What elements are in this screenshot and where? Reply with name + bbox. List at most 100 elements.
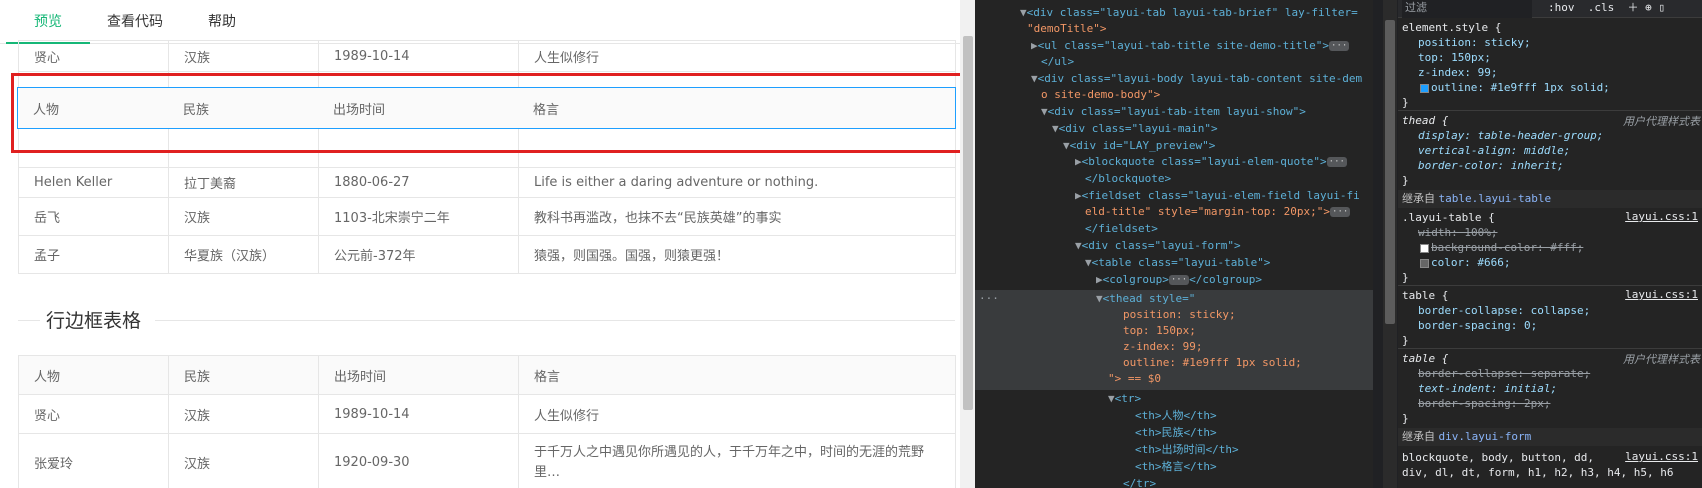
table-cell: 1920-09-30 (318, 433, 519, 488)
table-row: 孟子 华夏族（汉族） 公元前-372年 猿强，则国强。国强，则猿更强！ (18, 235, 956, 274)
table-cell: 贤心 (18, 394, 169, 434)
css-prop: border-color: inherit; (1418, 159, 1564, 172)
css-prop[interactable]: border-spacing: 0; (1418, 318, 1537, 333)
css-prop[interactable]: outline: #1e9fff 1px solid; (1418, 80, 1610, 95)
css-prop[interactable]: z-index: 99; (1418, 65, 1497, 80)
css-prop: display: table-header-group; (1418, 129, 1604, 142)
rule-selector: table { (1402, 289, 1449, 302)
dom-node: </blockquote> (1085, 172, 1172, 185)
css-prop: background-color: #fff; (1418, 240, 1583, 255)
dom-node[interactable]: ▼<div class="layui-body layui-tab-conten… (1031, 70, 1362, 87)
table-cell: 拉丁美裔 (168, 167, 319, 198)
inherited-link[interactable]: div.layui-form (1439, 430, 1532, 443)
dom-style-line: position: sticky; (1123, 308, 1236, 321)
table-cell: 汉族 (168, 197, 319, 236)
sidebar-toggle-icon[interactable]: ▯ (1658, 1, 1665, 14)
table-row: 岳飞 汉族 1103-北宋崇宁二年 教科书再滥改，也抹不去“民族英雄”的事实 (18, 197, 956, 236)
table-cell: 贤心 (18, 40, 169, 72)
source-link[interactable]: layui.css:1 (1625, 450, 1698, 463)
table-cell: 孟子 (18, 235, 169, 274)
preview-scrollbar-thumb[interactable] (963, 36, 973, 410)
dom-node-thead[interactable]: ▼<thead style=" (1096, 290, 1195, 307)
styles-toolbar: 过滤 :hov .cls ＋ ⊕ ▯ (1398, 0, 1702, 18)
dom-node[interactable]: ▼<tr> (1108, 390, 1141, 407)
inherited-link[interactable]: table.layui-table (1439, 192, 1552, 205)
table-cell: 1880-06-27 (318, 167, 519, 198)
color-swatch[interactable] (1420, 83, 1429, 93)
dom-node: "demoTitle"> (1027, 22, 1107, 35)
table-cell: 1103-北宋崇宁二年 (318, 197, 519, 236)
table-header-row: 人物 民族 出场时间 格言 (18, 355, 956, 395)
dom-node[interactable]: ▼<div class="layui-tab-item layui-show"> (1041, 103, 1306, 120)
dom-node[interactable]: <th>出场时间</th> (1135, 441, 1239, 458)
add-rule-icon[interactable]: ＋ (1628, 1, 1639, 14)
dom-style-line: z-index: 99; (1123, 340, 1203, 353)
rule-selector: .layui-table { (1402, 211, 1495, 224)
paint-icon[interactable]: ⊕ (1645, 1, 1652, 14)
table-cell: 汉族 (168, 394, 319, 434)
hov-toggle[interactable]: :hov .cls ＋ ⊕ ▯ (1548, 0, 1665, 18)
table-cell: 公元前-372年 (318, 235, 519, 274)
dom-node: </fieldset> (1085, 222, 1158, 235)
table-cell: 教科书再滥改，也抹不去“民族英雄”的事实 (518, 197, 956, 236)
dom-node[interactable]: ▼<table class="layui-table"> (1085, 254, 1270, 271)
table-cell: 汉族 (168, 40, 319, 72)
css-prop[interactable]: color: #666; (1418, 255, 1510, 270)
dom-node: o site-demo-body"> (1041, 88, 1161, 101)
dom-node: </tr> (1123, 477, 1157, 488)
header-cell: 格言 (518, 355, 956, 395)
css-prop: border-spacing: 2px; (1418, 397, 1551, 410)
inherited-from-bar: 继承自 table.layui-table (1398, 190, 1702, 208)
dom-node[interactable]: ▼<div class="layui-tab layui-tab-brief" … (1020, 4, 1358, 21)
dom-style-line: outline: #1e9fff 1px solid; (1123, 356, 1302, 369)
dom-node[interactable]: ▶<fieldset class="layui-elem-field layui… (1075, 187, 1360, 204)
rule-selector: blockquote, body, button, dd, (1402, 451, 1595, 464)
source-link[interactable]: layui.css:1 (1625, 288, 1698, 301)
more-icon[interactable]: ··· (979, 290, 999, 307)
dom-style-line: top: 150px; (1123, 324, 1196, 337)
table-row: 贤心 汉族 1989-10-14 人生似修行 (18, 40, 956, 72)
css-prop[interactable]: border-collapse: collapse; (1418, 303, 1590, 318)
source-link[interactable]: layui.css:1 (1625, 210, 1698, 223)
legend-line (18, 320, 40, 321)
dom-node[interactable]: ▶<colgroup> ··· </colgroup> (1096, 271, 1262, 288)
tab-view-code[interactable]: 查看代码 (98, 0, 172, 44)
cls-toggle[interactable]: .cls (1588, 1, 1615, 14)
styles-pane: 过滤 :hov .cls ＋ ⊕ ▯ element.style { posit… (1398, 0, 1702, 488)
styles-filter-input[interactable]: 过滤 (1402, 0, 1532, 18)
tab-preview[interactable]: 预览 (6, 0, 90, 44)
header-cell: 出场时间 (318, 355, 519, 395)
css-prop[interactable]: position: sticky; (1418, 35, 1531, 50)
inherited-from-bar: 继承自 div.layui-form (1398, 428, 1702, 446)
ua-stylesheet-label: 用户代理样式表 (1623, 115, 1700, 128)
ua-stylesheet-label: 用户代理样式表 (1623, 353, 1700, 366)
elements-scrollbar-thumb[interactable] (1385, 20, 1395, 324)
header-cell: 人物 (18, 355, 169, 395)
highlight-frame (11, 73, 974, 153)
dom-node: eld-title" style="margin-top: 20px;"> ··· (1085, 205, 1351, 218)
dom-node[interactable]: ▼<div class="layui-form"> (1075, 237, 1241, 254)
devtools-panel: ▼<div class="layui-tab layui-tab-brief" … (975, 0, 1702, 488)
dom-node[interactable]: ▼<div class="layui-main"> (1052, 120, 1218, 137)
data-table-2: 人物 民族 出场时间 格言 贤心 汉族 1989-10-14 人生似修行 张爱玲… (18, 355, 956, 488)
table-cell: 汉族 (168, 433, 319, 488)
table-cell: 猿强，则国强。国强，则猿更强！ (518, 235, 956, 274)
css-prop[interactable]: top: 150px; (1418, 50, 1491, 65)
table-cell: 于千万人之中遇见你所遇见的人，于千万年之中，时间的无涯的荒野里… (518, 433, 956, 488)
dom-node[interactable]: <th>民族</th> (1135, 424, 1217, 441)
dom-node[interactable]: ▶<blockquote class="layui-elem-quote"> ··… (1075, 153, 1347, 170)
dom-node[interactable]: ▼<div id="LAY_preview"> (1063, 137, 1215, 154)
table-cell: 1989-10-14 (318, 394, 519, 434)
dom-node[interactable]: <th>人物</th> (1135, 407, 1217, 424)
table-cell: Life is either a daring adventure or not… (518, 167, 956, 198)
dom-node[interactable]: ▶<ul class="layui-tab-title site-demo-ti… (1031, 37, 1350, 54)
table-cell: 人生似修行 (518, 394, 956, 434)
tab-help[interactable]: 帮助 (196, 0, 248, 44)
tab-bar: 预览 查看代码 帮助 (0, 0, 960, 44)
table-cell: 岳飞 (18, 197, 169, 236)
dom-node[interactable]: <th>格言</th> (1135, 458, 1217, 475)
table-cell: Helen Keller (18, 167, 169, 198)
dom-node: </ul> (1041, 55, 1075, 68)
preview-pane: 预览 查看代码 帮助 贤心 汉族 1989-10-14 人生似修行 Helen … (0, 0, 975, 488)
dom-style-line: "> == $0 (1108, 372, 1161, 385)
